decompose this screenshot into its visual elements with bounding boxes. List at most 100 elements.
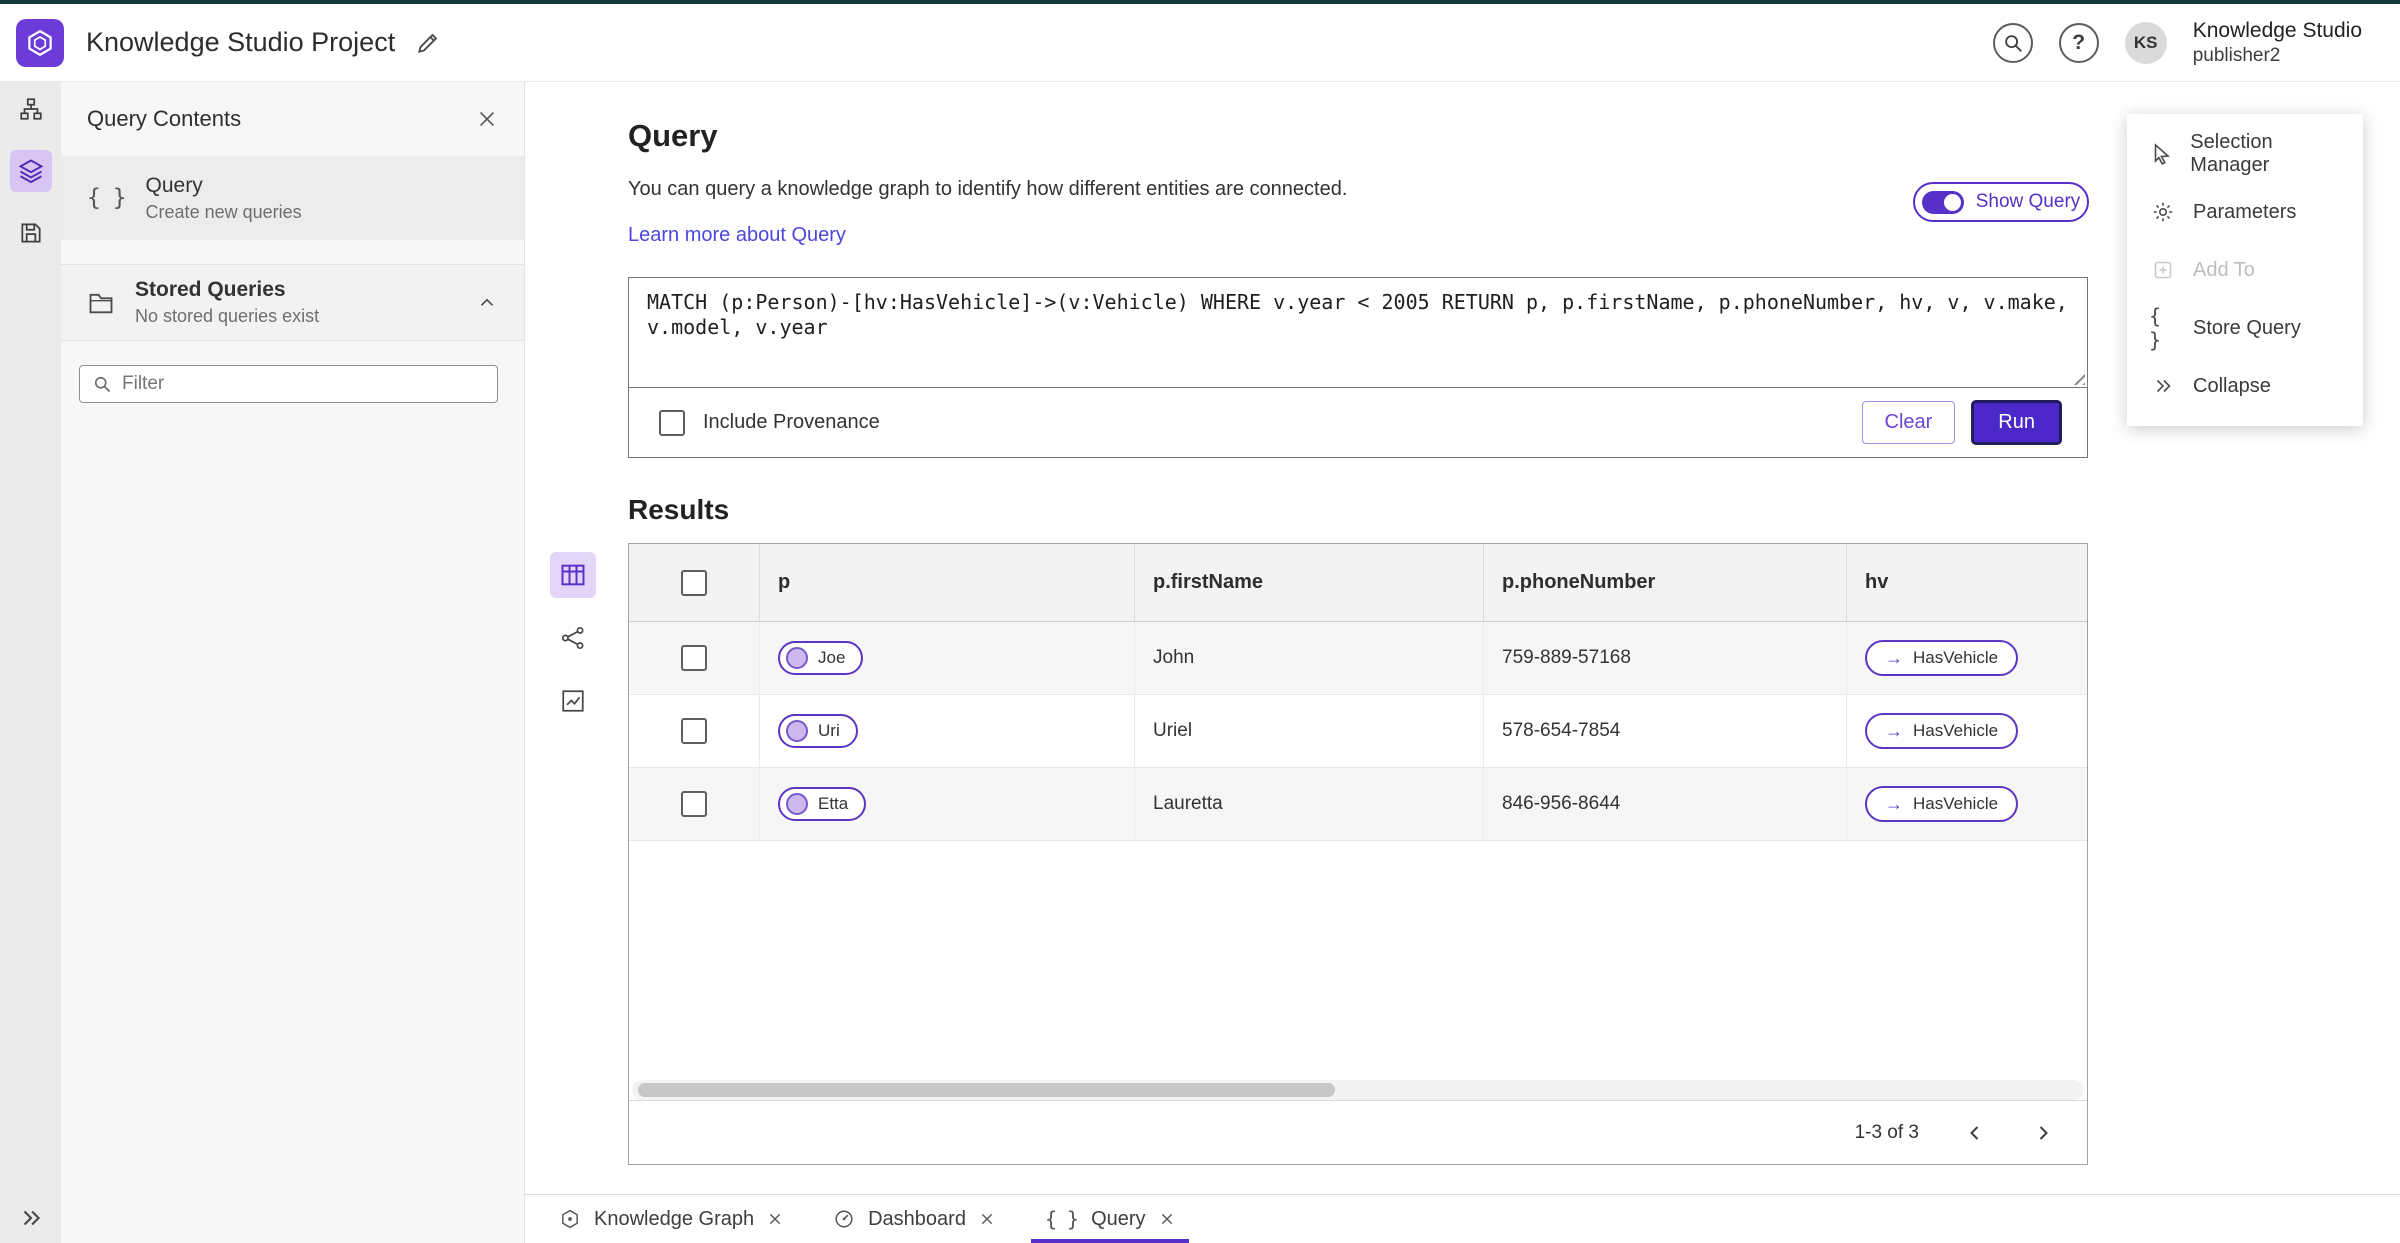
chart-view-button[interactable] <box>550 678 596 724</box>
node-pill[interactable]: Joe <box>778 641 864 675</box>
column-header-hv[interactable]: hv <box>1846 544 2087 621</box>
app-logo[interactable] <box>16 18 64 67</box>
close-tab-icon[interactable] <box>979 1211 995 1227</box>
learn-more-link[interactable]: Learn more about Query <box>628 224 846 247</box>
tab-label: Dashboard <box>868 1207 966 1230</box>
row-checkbox[interactable] <box>681 718 707 744</box>
edge-pill[interactable]: → HasVehicle <box>1865 786 2019 822</box>
table-header-row: p p.firstName p.phoneNumber hv <box>629 544 2087 622</box>
query-description: You can query a knowledge graph to ident… <box>628 178 1348 200</box>
show-query-toggle[interactable]: Show Query <box>1913 182 2089 222</box>
query-input[interactable]: MATCH (p:Person)-[hv:HasVehicle]->(v:Veh… <box>629 278 2087 387</box>
braces-icon: { } <box>87 185 127 211</box>
node-label: Uri <box>818 721 840 740</box>
menu-item-collapse[interactable]: Collapse <box>2127 357 2363 415</box>
row-checkbox[interactable] <box>681 791 707 817</box>
stored-queries-header[interactable]: Stored Queries No stored queries exist <box>61 264 524 341</box>
tab-label: Query <box>1091 1207 1146 1230</box>
filter-input[interactable] <box>122 373 485 395</box>
hierarchy-icon <box>18 96 44 122</box>
bottom-tab-bar: Knowledge Graph Dashboard { } Query <box>525 1194 2400 1243</box>
braces-icon: { } <box>1044 1207 1079 1231</box>
column-header-p[interactable]: p <box>759 544 1134 621</box>
avatar[interactable]: KS <box>2124 21 2167 64</box>
query-editor-footer: Include Provenance Clear Run <box>629 388 2087 457</box>
column-header-phonenumber[interactable]: p.phoneNumber <box>1483 544 1846 621</box>
tab-knowledge-graph[interactable]: Knowledge Graph <box>545 1195 797 1243</box>
help-button[interactable]: ? <box>2058 22 2099 63</box>
cursor-select-icon <box>2149 142 2174 166</box>
results-table: p p.firstName p.phoneNumber hv Joe John … <box>628 543 2088 1165</box>
node-icon <box>786 793 808 815</box>
table-row: Etta Lauretta 846-956-8644 → HasVehicle <box>629 768 2087 841</box>
query-contents-panel: Query Contents { } Query Create new quer… <box>61 82 525 1243</box>
page-title: Query <box>628 118 718 153</box>
node-icon <box>786 720 808 742</box>
column-header-firstname[interactable]: p.firstName <box>1134 544 1483 621</box>
search-button[interactable] <box>1992 22 2033 63</box>
app-header: Knowledge Studio Project ? KS Knowledge … <box>0 4 2400 82</box>
chart-icon <box>560 688 586 714</box>
node-label: Joe <box>818 648 846 667</box>
user-role: publisher2 <box>2192 44 2281 66</box>
scrollbar-thumb[interactable] <box>638 1083 1335 1097</box>
results-title: Results <box>628 494 730 525</box>
graph-view-button[interactable] <box>550 615 596 661</box>
cell-phonenumber: 759-889-57168 <box>1483 622 1846 694</box>
stored-queries-subtitle: No stored queries exist <box>135 306 320 326</box>
main-content: Query You can query a knowledge graph to… <box>525 82 2400 1194</box>
query-item-subtitle: Create new queries <box>145 201 302 222</box>
row-checkbox[interactable] <box>681 645 707 671</box>
horizontal-scrollbar[interactable] <box>632 1080 2084 1100</box>
menu-item-selection-manager[interactable]: Selection Manager <box>2127 125 2363 183</box>
node-icon <box>786 647 808 669</box>
rail-model-button[interactable] <box>10 88 52 130</box>
arrow-icon: → <box>1885 794 1903 814</box>
app-window: Knowledge Studio Project ? KS Knowledge … <box>0 0 2400 1243</box>
table-view-button[interactable] <box>550 552 596 598</box>
pagination-label: 1-3 of 3 <box>1854 1121 1919 1143</box>
edge-label: HasVehicle <box>1913 794 1999 813</box>
close-tab-icon[interactable] <box>767 1211 783 1227</box>
sidebar-item-query[interactable]: { } Query Create new queries <box>61 156 524 240</box>
menu-item-label: Parameters <box>2193 200 2297 223</box>
query-item-title: Query <box>145 173 203 197</box>
close-panel-icon[interactable] <box>476 108 498 130</box>
rail-save-button[interactable] <box>10 212 52 254</box>
rail-expand-button[interactable] <box>0 1205 61 1231</box>
pagination-bar: 1-3 of 3 <box>629 1100 2087 1164</box>
next-page-button[interactable] <box>2031 1121 2055 1145</box>
tab-query[interactable]: { } Query <box>1030 1195 1189 1243</box>
include-provenance-checkbox[interactable] <box>659 409 685 436</box>
previous-page-button[interactable] <box>1963 1121 1987 1145</box>
filter-box <box>79 365 498 403</box>
menu-item-label: Store Query <box>2193 316 2301 339</box>
panel-header: Query Contents <box>61 82 524 156</box>
menu-item-store-query[interactable]: { } Store Query <box>2127 299 2363 357</box>
node-pill[interactable]: Uri <box>778 714 858 748</box>
left-rail <box>0 82 61 1243</box>
tab-label: Knowledge Graph <box>594 1207 755 1230</box>
query-actions-menu: Selection Manager Parameters Add To { } … <box>2127 114 2363 426</box>
node-pill[interactable]: Etta <box>778 787 867 821</box>
edge-pill[interactable]: → HasVehicle <box>1865 713 2019 749</box>
panel-title: Query Contents <box>87 106 242 131</box>
run-button[interactable]: Run <box>1971 400 2062 445</box>
stored-queries-title: Stored Queries <box>135 278 286 301</box>
edit-title-icon[interactable] <box>415 30 441 56</box>
show-query-label: Show Query <box>1975 191 2081 212</box>
table-row: Joe John 759-889-57168 → HasVehicle <box>629 622 2087 695</box>
clear-button[interactable]: Clear <box>1861 401 1956 444</box>
query-editor: MATCH (p:Person)-[hv:HasVehicle]->(v:Veh… <box>629 278 2087 388</box>
edge-label: HasVehicle <box>1913 721 1999 740</box>
select-all-checkbox[interactable] <box>681 569 707 596</box>
tab-dashboard[interactable]: Dashboard <box>819 1195 1009 1243</box>
close-tab-icon[interactable] <box>1159 1211 1175 1227</box>
rail-layers-button[interactable] <box>9 150 52 192</box>
menu-item-add-to: Add To <box>2127 241 2363 299</box>
add-to-icon <box>2149 258 2177 282</box>
edge-pill[interactable]: → HasVehicle <box>1865 640 2019 676</box>
cell-phonenumber: 578-654-7854 <box>1483 695 1846 767</box>
menu-item-parameters[interactable]: Parameters <box>2127 183 2363 241</box>
user-info[interactable]: Knowledge Studio publisher2 <box>2193 19 2362 67</box>
